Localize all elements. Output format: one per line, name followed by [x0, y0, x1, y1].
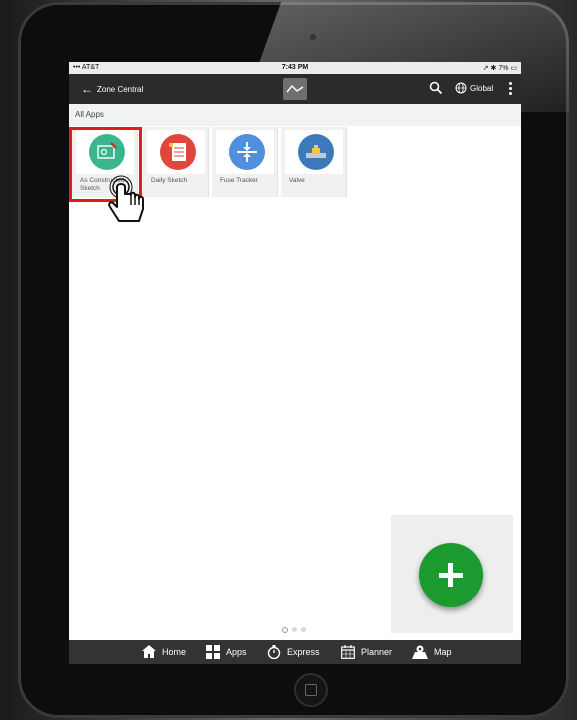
- map-pin-icon: [412, 645, 428, 659]
- section-title: All Apps: [69, 104, 521, 126]
- calendar-icon: [341, 645, 355, 659]
- home-icon: [142, 645, 156, 658]
- stopwatch-icon: [267, 645, 281, 659]
- page-dot[interactable]: [301, 627, 306, 632]
- nav-bar: ← Zone Central Global: [69, 74, 521, 104]
- page-dot-active[interactable]: [282, 627, 288, 633]
- search-icon[interactable]: [429, 81, 443, 95]
- app-label: Daily Sketch: [151, 177, 188, 184]
- more-menu-icon[interactable]: [509, 82, 513, 96]
- fab-panel: [391, 515, 513, 633]
- app-tile-fuse-tracker[interactable]: Fuse Tracker: [212, 127, 278, 197]
- tab-express[interactable]: Express: [267, 645, 320, 659]
- back-label: Zone Central: [97, 84, 144, 94]
- fuse-icon: [229, 134, 265, 170]
- device-home-button[interactable]: [294, 673, 328, 707]
- global-selector[interactable]: Global: [455, 82, 493, 94]
- add-button[interactable]: [419, 543, 483, 607]
- globe-icon: [455, 82, 467, 94]
- app-logo: [283, 78, 307, 100]
- daily-sketch-icon: [160, 134, 196, 170]
- tab-home[interactable]: Home: [142, 645, 186, 658]
- app-label: Valve: [289, 177, 305, 184]
- back-button[interactable]: ← Zone Central: [81, 82, 143, 96]
- page-dot[interactable]: [292, 627, 297, 632]
- battery-label: ↗ ✱ 7% ▭: [482, 65, 517, 72]
- global-label: Global: [470, 83, 494, 93]
- tab-label: Home: [162, 646, 187, 657]
- app-screen: ••• AT&T 7:43 PM ↗ ✱ 7% ▭ ← Zone Central…: [69, 62, 521, 664]
- page-indicator: [282, 627, 306, 633]
- tab-map[interactable]: Map: [412, 645, 452, 659]
- tab-planner[interactable]: Planner: [341, 645, 392, 659]
- bottom-tab-bar: Home Apps Express Planner Map: [69, 640, 521, 664]
- app-tile-valve[interactable]: Valve: [281, 127, 347, 197]
- tab-label: Apps: [226, 647, 247, 657]
- apps-grid-icon: [206, 645, 220, 659]
- app-label: Fuse Tracker: [220, 177, 258, 184]
- back-arrow-icon: ←: [81, 82, 93, 96]
- tab-label: Map: [434, 647, 452, 657]
- valve-icon: [298, 134, 334, 170]
- tab-label: Planner: [361, 647, 393, 657]
- app-tile-daily-sketch[interactable]: Daily Sketch: [143, 127, 209, 197]
- tab-apps[interactable]: Apps: [206, 645, 247, 659]
- tab-label: Express: [287, 647, 320, 657]
- clock: 7:43 PM: [281, 64, 309, 71]
- camera-icon: [310, 34, 316, 40]
- status-bar: ••• AT&T 7:43 PM ↗ ✱ 7% ▭: [69, 62, 521, 74]
- tap-hand-icon: [108, 175, 144, 222]
